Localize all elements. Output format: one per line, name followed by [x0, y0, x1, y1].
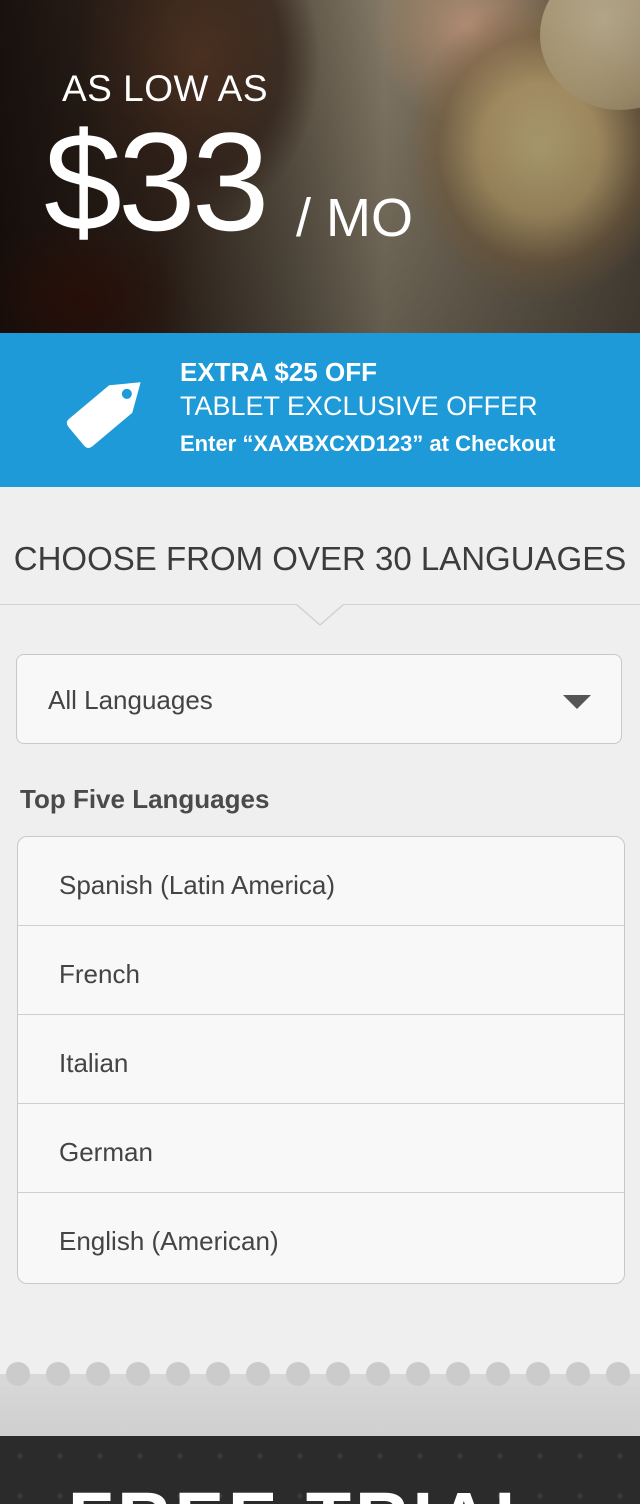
promo-extra-off: EXTRA $25 OFF	[180, 357, 377, 387]
top-languages-list: Spanish (Latin America) French Italian G…	[17, 836, 625, 1284]
scalloped-edge	[0, 1362, 640, 1386]
language-item-german[interactable]: German	[18, 1104, 624, 1193]
hero-per-month: / MO	[296, 188, 413, 248]
free-trial-banner[interactable]: FREE TRIAL	[0, 1436, 640, 1504]
price-tag-icon	[66, 382, 141, 448]
caret-down-icon	[563, 695, 591, 709]
promo-exclusive: TABLET EXCLUSIVE OFFER	[180, 391, 538, 421]
top-five-heading: Top Five Languages	[20, 784, 270, 814]
language-item-french[interactable]: French	[18, 926, 624, 1015]
language-item-italian[interactable]: Italian	[18, 1015, 624, 1104]
divider-notch	[296, 604, 344, 626]
section-title: CHOOSE FROM OVER 30 LANGUAGES	[13, 540, 627, 577]
language-item-spanish[interactable]: Spanish (Latin America)	[18, 837, 624, 926]
hero-banner: AS LOW AS $33 / MO	[0, 0, 640, 333]
language-select-value: All Languages	[48, 685, 213, 715]
promo-code-instruction: Enter “XAXBXCXD123” at Checkout	[180, 431, 556, 456]
language-item-english[interactable]: English (American)	[18, 1193, 624, 1282]
free-trial-label: FREE TRIAL	[68, 1482, 544, 1504]
language-select[interactable]: All Languages	[16, 654, 622, 744]
promo-banner: EXTRA $25 OFF TABLET EXCLUSIVE OFFER Ent…	[0, 333, 640, 487]
hero-price: $33	[44, 103, 270, 260]
